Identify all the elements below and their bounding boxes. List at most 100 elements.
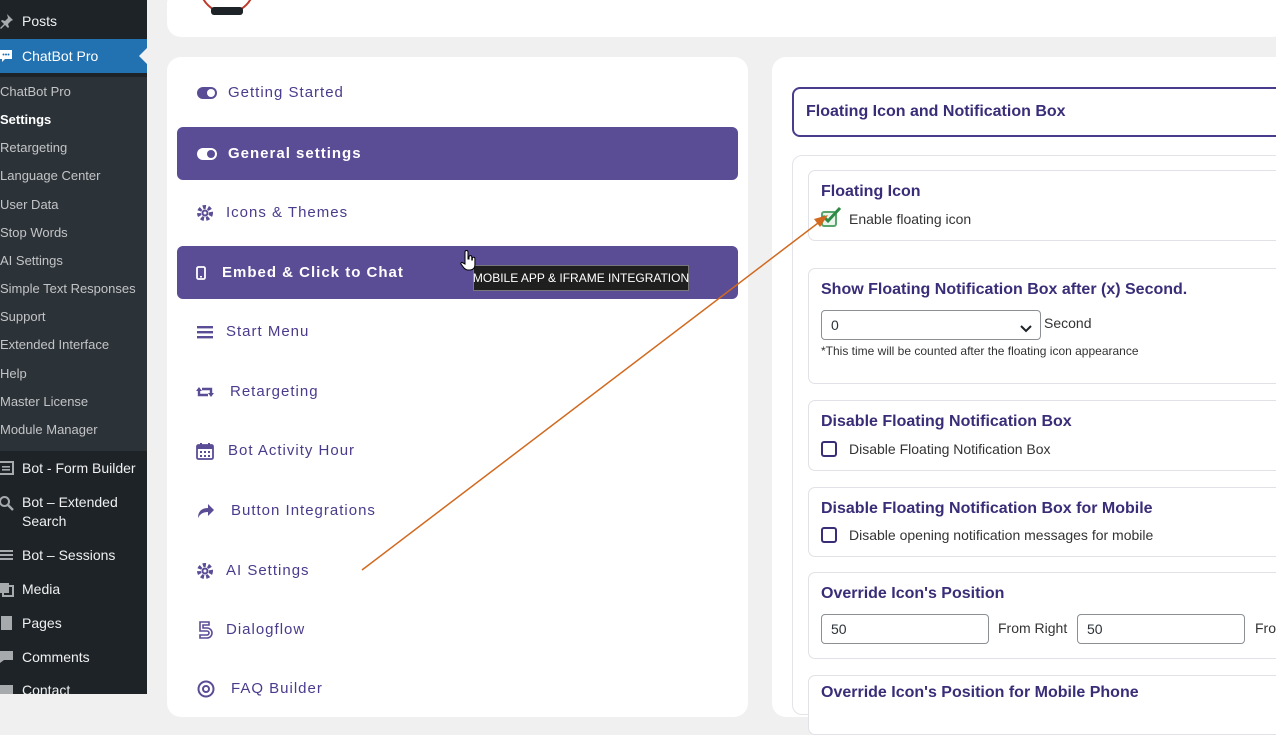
menu-item-label: Button Integrations xyxy=(231,502,376,519)
wp-menu-extended-search[interactable]: Bot – Extended Search xyxy=(0,493,147,533)
from-bottom-value: 50 xyxy=(1087,621,1103,637)
enable-floating-icon-checkbox[interactable] xyxy=(821,207,841,227)
override-mobile-title: Override Icon's Position for Mobile Phon… xyxy=(821,684,1139,701)
wp-menu-form-builder-label: Bot - Form Builder xyxy=(22,460,136,476)
disable-box-mobile-card: Disable Floating Notification Box for Mo… xyxy=(808,487,1276,557)
page-icon xyxy=(0,615,14,631)
menu-item-retargeting[interactable]: Retargeting xyxy=(177,365,738,418)
wp-menu-chatbot-pro-label: ChatBot Pro xyxy=(22,48,99,64)
wp-menu-chatbot-pro[interactable]: ChatBot Pro xyxy=(0,39,147,73)
header-card xyxy=(167,0,1276,37)
section-title: Floating Icon and Notification Box xyxy=(792,87,1276,137)
floating-icon-card: Floating Icon Enable floating icon xyxy=(808,170,1276,241)
disable-box-checkbox[interactable] xyxy=(821,441,837,457)
wp-admin-sidebar: Posts ChatBot Pro ChatBot Pro Settings R… xyxy=(0,0,147,694)
menu-item-label: FAQ Builder xyxy=(231,680,323,697)
wp-menu-sessions[interactable]: Bot – Sessions xyxy=(0,538,147,572)
menu-item-start-menu[interactable]: Start Menu xyxy=(177,305,738,358)
retweet-icon xyxy=(194,383,216,401)
from-bottom-label: Fro xyxy=(1255,620,1276,636)
menu-item-dialogflow[interactable]: Dialogflow xyxy=(177,603,738,656)
wp-menu-form-builder[interactable]: Bot - Form Builder xyxy=(0,451,147,485)
disable-box-mobile-checkbox[interactable] xyxy=(821,527,837,543)
chat-bubble-icon xyxy=(0,48,14,64)
notification-delay-value: 0 xyxy=(831,317,839,333)
mobile-icon xyxy=(190,264,212,282)
notification-delay-card: Show Floating Notification Box after (x)… xyxy=(808,268,1276,384)
comment-icon xyxy=(0,649,14,665)
wp-menu-contact-label: Contact xyxy=(22,682,71,694)
wp-menu-pages-label: Pages xyxy=(22,615,62,631)
menu-item-getting-started[interactable]: Getting Started xyxy=(177,66,738,119)
wp-submenu-item[interactable]: Help xyxy=(0,365,27,383)
wp-submenu-item-settings[interactable]: Settings xyxy=(0,111,51,129)
notification-delay-note: *This time will be counted after the flo… xyxy=(821,344,1139,358)
wp-submenu-item[interactable]: User Data xyxy=(0,196,59,214)
wp-menu-media[interactable]: Media xyxy=(0,572,147,606)
disable-box-card: Disable Floating Notification Box Disabl… xyxy=(808,400,1276,471)
wpbot-logo xyxy=(199,0,255,21)
wp-submenu-item[interactable]: Module Manager xyxy=(0,421,98,439)
menu-item-general-settings[interactable]: General settings xyxy=(177,127,738,180)
chevron-down-icon xyxy=(1020,320,1032,336)
notification-delay-unit: Second xyxy=(1044,315,1092,331)
wp-menu-contact[interactable]: Contact xyxy=(0,673,147,694)
menu-item-label: Bot Activity Hour xyxy=(228,442,356,459)
wp-menu-pages[interactable]: Pages xyxy=(0,606,147,640)
wp-menu-media-label: Media xyxy=(22,581,61,597)
override-position-title: Override Icon's Position xyxy=(821,585,1005,602)
menu-item-label: Retargeting xyxy=(230,383,319,400)
menu-item-label: Start Menu xyxy=(226,323,310,340)
menu-item-button-integrations[interactable]: Button Integrations xyxy=(177,484,738,537)
toggle-icon xyxy=(196,145,218,163)
menu-item-icons-themes[interactable]: Icons & Themes xyxy=(177,186,738,239)
from-right-input[interactable]: 50 xyxy=(821,614,989,644)
gear-icon xyxy=(194,204,216,222)
wp-submenu-item[interactable]: Support xyxy=(0,308,46,326)
menu-item-label: Embed & Click to Chat xyxy=(222,264,404,281)
wp-menu-sessions-label: Bot – Sessions xyxy=(22,547,116,563)
wp-submenu-item[interactable]: AI Settings xyxy=(0,252,63,270)
wp-submenu-item[interactable]: Simple Text Responses xyxy=(0,280,136,298)
menu-item-label: Icons & Themes xyxy=(226,204,349,221)
wp-submenu-item[interactable]: Stop Words xyxy=(0,224,68,242)
share-icon xyxy=(195,502,217,520)
enable-floating-icon-row[interactable]: Enable floating icon xyxy=(821,207,972,227)
wp-menu-posts[interactable]: Posts xyxy=(0,4,147,38)
wp-submenu-item[interactable]: Retargeting xyxy=(0,139,67,157)
wp-submenu-item[interactable]: Extended Interface xyxy=(0,336,109,354)
disable-box-row[interactable]: Disable Floating Notification Box xyxy=(821,441,1051,457)
notification-delay-title: Show Floating Notification Box after (x)… xyxy=(821,281,1188,298)
enable-floating-icon-label: Enable floating icon xyxy=(849,211,972,227)
disable-box-mobile-row[interactable]: Disable opening notification messages fo… xyxy=(821,527,1153,543)
menu-item-label: General settings xyxy=(228,145,362,162)
wp-menu-comments[interactable]: Comments xyxy=(0,640,147,674)
menu-item-label: Dialogflow xyxy=(226,621,306,638)
menu-item-faq-builder[interactable]: FAQ Builder xyxy=(177,662,738,715)
wp-menu-posts-label: Posts xyxy=(22,13,58,29)
media-icon xyxy=(0,581,14,597)
toggle-icon xyxy=(196,84,218,102)
hand-cursor-icon xyxy=(460,250,476,277)
menu-item-bot-activity-hour[interactable]: Bot Activity Hour xyxy=(177,424,738,477)
pin-icon xyxy=(0,13,14,29)
from-right-label: From Right xyxy=(998,620,1068,636)
wp-submenu-item[interactable]: Master License xyxy=(0,393,88,411)
menu-icon xyxy=(194,323,216,341)
floating-icon-title: Floating Icon xyxy=(821,183,921,200)
menu-item-ai-settings[interactable]: AI Settings xyxy=(177,544,738,597)
wp-submenu-item[interactable]: Language Center xyxy=(0,167,100,185)
notification-delay-select[interactable]: 0 xyxy=(821,310,1041,340)
override-position-card: Override Icon's Position 50 From Right 5… xyxy=(808,572,1276,659)
dialogflow-icon xyxy=(194,620,216,639)
wp-submenu-item[interactable]: ChatBot Pro xyxy=(0,83,71,101)
menu-item-label: AI Settings xyxy=(226,562,310,579)
lifebuoy-icon xyxy=(195,680,217,698)
from-bottom-input[interactable]: 50 xyxy=(1077,614,1245,644)
disable-box-mobile-title: Disable Floating Notification Box for Mo… xyxy=(821,500,1153,517)
search-icon xyxy=(0,495,14,511)
tooltip: MOBILE APP & IFRAME INTEGRATION xyxy=(473,265,689,291)
mail-icon xyxy=(0,682,14,694)
disable-box-label: Disable Floating Notification Box xyxy=(849,441,1051,457)
list-icon xyxy=(0,547,14,563)
